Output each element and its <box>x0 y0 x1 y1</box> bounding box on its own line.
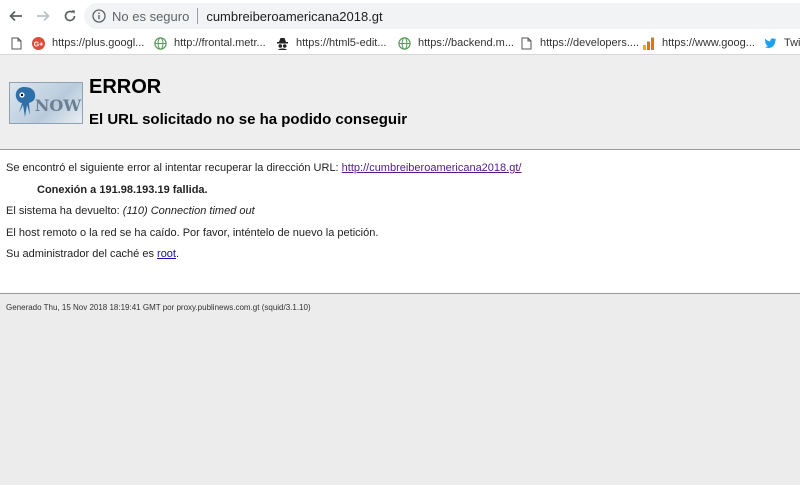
error-description: Se encontró el siguiente error al intent… <box>6 162 521 174</box>
twitter-icon <box>764 37 777 50</box>
error-title: ERROR <box>89 76 162 98</box>
bookmark-label: https://plus.googl... <box>52 37 145 49</box>
forward-button[interactable] <box>31 4 55 28</box>
address-bar[interactable]: No es seguro cumbreiberoamericana2018.gt <box>84 3 800 29</box>
bookmark-item[interactable]: https://developers.... <box>520 37 642 50</box>
back-button[interactable] <box>4 4 28 28</box>
system-returned-label: El sistema ha devuelto: <box>6 205 123 217</box>
security-status[interactable]: No es seguro <box>112 9 189 24</box>
retry-message: El host remoto o la red se ha caído. Por… <box>6 227 379 239</box>
bookmark-label: http://frontal.metr... <box>174 37 266 49</box>
error-header: NOW ERROR El URL solicitado no se ha pod… <box>0 55 800 150</box>
bookmark-label: https://developers.... <box>540 37 640 49</box>
browser-toolbar: No es seguro cumbreiberoamericana2018.gt <box>0 0 800 32</box>
bookmark-item[interactable]: https://backend.m... <box>398 36 520 50</box>
bookmark-item[interactable]: G+ https://plus.googl... <box>32 36 154 50</box>
error-details: Se encontró el siguiente error al intent… <box>0 150 800 294</box>
bookmarks-list: G+ https://plus.googl... http://frontal.… <box>32 32 800 54</box>
cache-admin-end: . <box>176 248 180 260</box>
back-arrow-icon <box>9 10 22 22</box>
spy-icon <box>276 37 289 50</box>
requested-url-link[interactable]: http://cumbreiberoamericana2018.gt/ <box>342 162 522 174</box>
system-returned: El sistema ha devuelto: (110) Connection… <box>6 205 255 217</box>
url-text[interactable]: cumbreiberoamericana2018.gt <box>206 9 382 24</box>
info-icon[interactable] <box>92 9 106 23</box>
bookmark-label: Twi <box>784 37 800 49</box>
reload-icon <box>64 10 76 22</box>
bookmark-label: https://backend.m... <box>418 37 514 49</box>
bookmark-label: https://html5-edit... <box>296 37 387 49</box>
forward-arrow-icon <box>37 10 50 22</box>
globe-icon <box>154 36 167 50</box>
omnibox-separator <box>197 8 199 24</box>
cache-admin-line: Su administrador del caché es root. <box>6 248 179 260</box>
page-icon <box>520 37 533 50</box>
reload-button[interactable] <box>58 4 82 28</box>
admin-link[interactable]: root <box>157 248 176 260</box>
page-icon <box>10 37 23 50</box>
bookmark-label: https://www.goog... <box>662 37 755 49</box>
system-error-code: (110) Connection timed out <box>122 205 255 217</box>
cache-admin-label: Su administrador del caché es <box>6 248 158 260</box>
google-plus-icon: G+ <box>32 36 45 50</box>
bookmark-item[interactable]: https://html5-edit... <box>276 37 398 50</box>
generated-footer: Generado Thu, 15 Nov 2018 18:19:41 GMT p… <box>6 303 311 312</box>
squid-logo: NOW <box>9 82 83 124</box>
bookmark-item[interactable]: http://frontal.metr... <box>154 36 276 50</box>
error-description-text: Se encontró el siguiente error al intent… <box>6 162 342 174</box>
globe-icon <box>398 36 411 50</box>
analytics-icon <box>642 37 655 50</box>
bookmark-item[interactable]: https://www.goog... <box>642 37 764 50</box>
svg-text:G+: G+ <box>34 41 44 48</box>
error-subtitle: El URL solicitado no se ha podido conseg… <box>89 111 408 128</box>
logo-text: NOW <box>35 96 82 115</box>
bookmark-item[interactable]: Twi <box>764 37 800 50</box>
connection-failed-message: Conexión a 191.98.193.19 fallida. <box>37 184 208 196</box>
page-content: NOW ERROR El URL solicitado no se ha pod… <box>0 55 800 485</box>
